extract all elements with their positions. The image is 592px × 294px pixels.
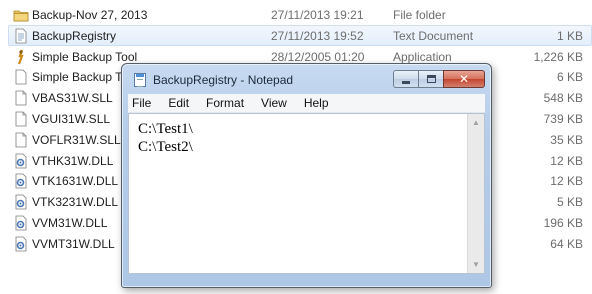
file-name: VTK3231W.DLL [32, 195, 119, 210]
text-line: C:\Test1\ [138, 121, 193, 137]
close-icon: ✕ [458, 72, 470, 86]
window-title: BackupRegistry - Notepad [153, 73, 294, 87]
file-type: File folder [393, 8, 446, 22]
menu-bar: File Edit Format View Help [128, 94, 485, 113]
minimize-button[interactable] [393, 70, 418, 88]
file-size: 739 KB [543, 112, 583, 126]
dll-icon [13, 215, 29, 231]
file-name: Simple Backup Tool [32, 49, 138, 64]
dll-icon [13, 173, 29, 189]
menu-format[interactable]: Format [197, 96, 252, 110]
notepad-icon[interactable] [134, 73, 146, 87]
dll-icon [13, 153, 29, 169]
file-size: 6 KB [556, 70, 583, 85]
folder-icon [13, 7, 29, 23]
file-size: 196 KB [543, 216, 583, 230]
text-line: C:\Test2\ [138, 139, 193, 155]
text-document-icon [13, 28, 29, 44]
text-edit-area[interactable]: C:\Test1\ C:\Test2\ ▲ ▼ [128, 113, 485, 274]
file-row[interactable]: BackupRegistry 27/11/2013 19:52 Text Docum… [8, 24, 592, 46]
file-date-modified: 28/12/2005 01:20 [271, 49, 365, 64]
file-name: VOFLR31W.SLL [32, 132, 121, 147]
menu-file[interactable]: File [128, 96, 159, 110]
file-size: 35 KB [550, 132, 583, 147]
file-size: 548 KB [543, 91, 583, 106]
menu-help[interactable]: Help [295, 96, 337, 110]
maximize-icon [426, 75, 436, 83]
file-name: VVMT31W.DLL [32, 236, 115, 251]
file-size: 1 KB [556, 28, 583, 43]
dll-icon [13, 236, 29, 252]
scroll-down-arrow-icon[interactable]: ▼ [468, 256, 484, 273]
file-name: VTHK31W.DLL [32, 153, 114, 168]
file-name: BackupRegistry [32, 28, 117, 43]
minimize-icon [402, 80, 410, 84]
application-icon [13, 49, 29, 65]
file-icon [13, 132, 29, 148]
file-name: VTK1631W.DLL [32, 174, 119, 189]
close-button[interactable]: ✕ [443, 70, 485, 88]
file-size: 12 KB [550, 153, 583, 168]
file-name: VBAS31W.SLL [32, 91, 113, 106]
file-date-modified: 27/11/2013 19:21 [271, 8, 364, 22]
document-icon [13, 69, 29, 85]
file-icon [13, 111, 29, 127]
file-name: VGUI31W.SLL [32, 112, 111, 126]
file-size: 1,226 KB [533, 49, 583, 64]
scroll-up-arrow-icon[interactable]: ▲ [468, 114, 484, 131]
file-name: VVM31W.DLL [32, 216, 108, 230]
file-size: 5 KB [556, 195, 583, 210]
document-text: C:\Test1\ C:\Test2\ [138, 120, 464, 156]
file-size: 64 KB [550, 236, 583, 251]
file-type: Application [393, 49, 452, 64]
menu-edit[interactable]: Edit [159, 96, 197, 110]
title-bar[interactable]: BackupRegistry - Notepad ✕ [122, 64, 491, 94]
file-name: Backup-Nov 27, 2013 [32, 8, 148, 22]
file-name: Simple Backup To [32, 70, 128, 85]
file-type: Text Document [393, 28, 474, 43]
file-size: 12 KB [550, 174, 583, 189]
file-row[interactable]: Backup-Nov 27, 2013 27/11/2013 19:21 File … [8, 4, 592, 25]
dll-icon [13, 194, 29, 210]
vertical-scrollbar[interactable]: ▲ ▼ [467, 114, 484, 273]
menu-view[interactable]: View [252, 96, 295, 110]
notepad-window[interactable]: BackupRegistry - Notepad ✕ File Edit For… [121, 63, 492, 288]
caption-buttons: ✕ [393, 70, 485, 88]
file-date-modified: 27/11/2013 19:52 [271, 28, 364, 43]
maximize-button[interactable] [418, 70, 443, 88]
file-icon [13, 90, 29, 106]
